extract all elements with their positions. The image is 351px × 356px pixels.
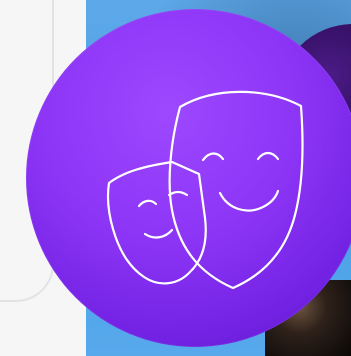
- back-mask-eye-right: [167, 190, 189, 197]
- front-mask-eye-left: [201, 152, 225, 162]
- back-mask-mouth: [143, 228, 174, 239]
- theater-masks-icon: [101, 89, 321, 290]
- front-mask-icon: [168, 90, 304, 290]
- screenshot-canvas: [0, 0, 351, 356]
- theater-category-badge: [26, 9, 351, 347]
- back-mask-eye-left: [137, 199, 158, 208]
- front-mask-eye-right: [256, 151, 280, 161]
- back-mask-icon: [106, 160, 207, 285]
- front-mask-mouth: [218, 189, 280, 212]
